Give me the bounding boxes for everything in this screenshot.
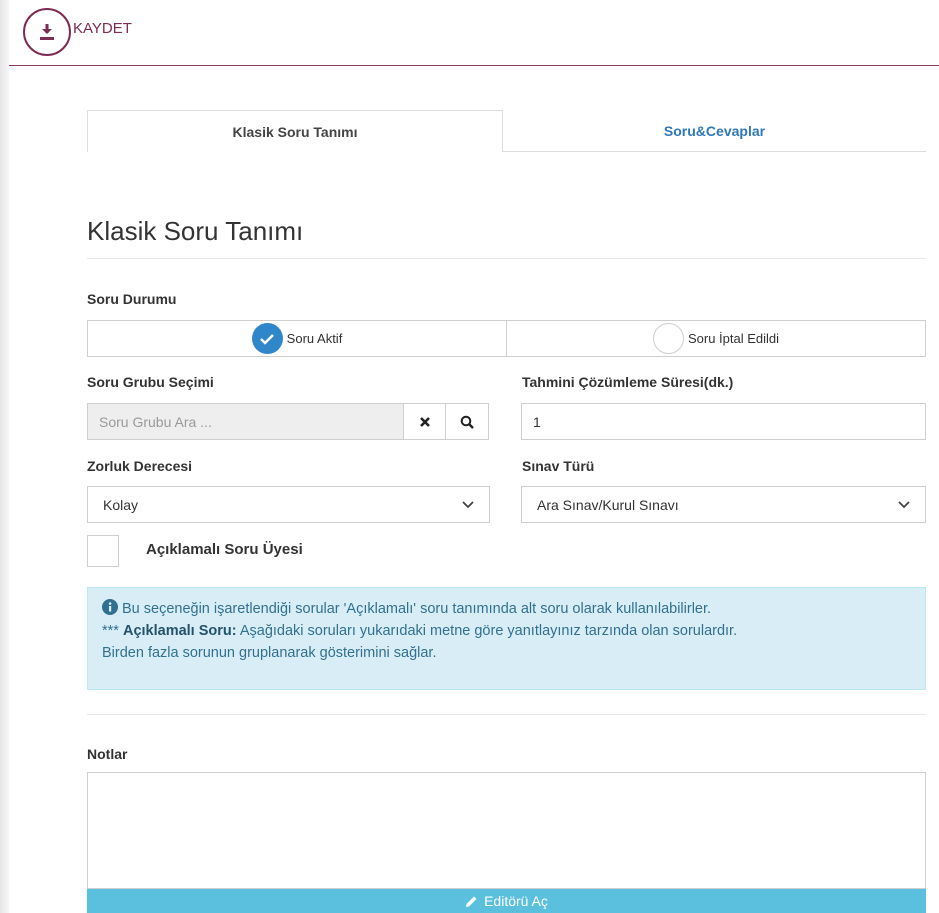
- cozumleme-suresi-label: Tahmini Çözümleme Süresi(dk.): [522, 374, 734, 390]
- top-toolbar: KAYDET: [9, 0, 939, 66]
- divider: [87, 258, 926, 259]
- sinav-turu-label: Sınav Türü: [522, 458, 595, 474]
- tab-soru-cevaplar[interactable]: Soru&Cevaplar: [503, 110, 926, 152]
- pencil-icon: [466, 896, 477, 907]
- tab-bar: Klasik Soru Tanımı Soru&Cevaplar: [87, 110, 926, 152]
- info-text-3: Birden fazla sorunun gruplanarak gösteri…: [102, 645, 437, 661]
- soru-grubu-label: Soru Grubu Seçimi: [87, 374, 214, 390]
- info-text-1: Bu seçeneğin işaretlendiği sorular 'Açık…: [122, 601, 712, 617]
- radio-soru-aktif[interactable]: Soru Aktif: [88, 321, 506, 356]
- info-icon: [102, 599, 118, 615]
- radio-label: Soru İptal Edildi: [687, 331, 780, 346]
- download-icon: [23, 8, 71, 56]
- checkbox-label: Açıklamalı Soru Üyesi: [146, 541, 303, 558]
- search-button[interactable]: [446, 403, 489, 440]
- soru-durumu-label: Soru Durumu: [87, 291, 177, 307]
- zorluk-derecesi-label: Zorluk Derecesi: [87, 458, 193, 474]
- info-bold: Açıklamalı Soru:: [122, 623, 237, 639]
- chevron-down-icon: [462, 500, 474, 508]
- open-editor-button[interactable]: Editörü Aç: [87, 889, 926, 913]
- save-button[interactable]: KAYDET: [23, 8, 132, 56]
- search-icon: [460, 415, 474, 429]
- clear-button[interactable]: [403, 403, 446, 440]
- cozumleme-suresi-input[interactable]: 1: [521, 403, 926, 440]
- open-editor-label: Editörü Aç: [484, 893, 548, 909]
- radio-label: Soru Aktif: [286, 331, 343, 346]
- close-icon: [419, 416, 430, 427]
- divider: [87, 714, 926, 715]
- page-title: Klasik Soru Tanımı: [87, 216, 304, 246]
- notes-textarea[interactable]: [87, 772, 926, 889]
- sinav-turu-select[interactable]: Ara Sınav/Kurul Sınavı: [521, 486, 926, 523]
- tab-klasik-soru-tanimi[interactable]: Klasik Soru Tanımı: [87, 110, 503, 152]
- info-text-2: Aşağıdaki soruları yukarıdaki metne göre…: [239, 623, 738, 639]
- info-alert: Bu seçeneğin işaretlendiği sorular 'Açık…: [87, 587, 926, 690]
- select-value: Kolay: [103, 496, 139, 513]
- info-line-2: *** Açıklamalı Soru: Aşağıdaki soruları …: [102, 620, 911, 642]
- zorluk-derecesi-select[interactable]: Kolay: [87, 486, 490, 523]
- chevron-down-icon: [898, 500, 910, 508]
- info-line-1: Bu seçeneğin işaretlendiği sorular 'Açık…: [102, 598, 911, 620]
- notlar-label: Notlar: [87, 746, 128, 762]
- soru-durumu-radio-group: Soru Aktif Soru İptal Edildi: [87, 320, 926, 357]
- info-prefix: ***: [102, 623, 119, 639]
- aciklamali-soru-uyesi-checkbox[interactable]: [87, 535, 119, 567]
- empty-radio-icon: [652, 323, 684, 354]
- select-value: Ara Sınav/Kurul Sınavı: [537, 496, 679, 513]
- left-edge-shadow: [0, 0, 9, 913]
- soru-grubu-search-input[interactable]: Soru Grubu Ara ...: [87, 403, 404, 440]
- radio-soru-iptal[interactable]: Soru İptal Edildi: [506, 321, 925, 356]
- checkmark-icon: [251, 323, 283, 354]
- save-label: KAYDET: [73, 19, 132, 37]
